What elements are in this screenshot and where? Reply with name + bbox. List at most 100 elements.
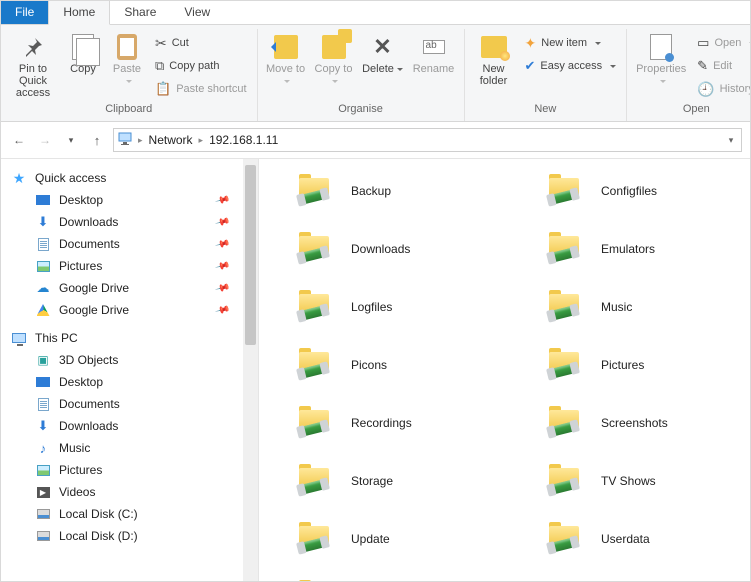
history-button[interactable]: 🕘History [693,79,751,99]
folder-name: Storage [351,474,393,488]
folder-recordings[interactable]: Recordings [297,405,547,441]
folder-name: TV Shows [601,474,656,488]
tab-file[interactable]: File [1,1,48,24]
folder-downloads[interactable]: Downloads [297,231,547,267]
cut-button[interactable]: ✂Cut [151,33,251,53]
sidebar-item-documents[interactable]: Documents📌 [1,233,258,255]
sidebar-quick-access[interactable]: ★ Quick access [1,167,258,189]
sidebar-item-label: Google Drive [59,281,129,295]
group-new-label: New [534,101,556,119]
paste-button[interactable]: Paste [107,31,147,87]
paste-shortcut-button[interactable]: 📋Paste shortcut [151,79,251,99]
folder-videos[interactable]: Videos [297,579,547,581]
sidebar-item-google-drive[interactable]: Google Drive📌 [1,299,258,321]
sidebar-item-label: Documents [59,397,120,411]
delete-label: Delete [362,63,403,75]
explorer-window: File Home Share View Pin to Quick access… [0,0,751,582]
folder-pictures[interactable]: Pictures [547,347,750,383]
edit-button[interactable]: ✎Edit [693,56,751,76]
network-folder-icon [297,464,333,498]
folder-music[interactable]: Music [547,289,750,325]
network-folder-icon [297,580,333,581]
sidebar-scrollbar-thumb[interactable] [245,165,256,345]
address-dropdown-button[interactable]: ▾ [723,135,739,146]
tab-share[interactable]: Share [110,1,170,24]
move-to-button[interactable]: Move to [264,31,308,87]
tab-home[interactable]: Home [48,0,110,25]
folder-userdata[interactable]: Userdata [547,521,750,557]
content-pane[interactable]: Backup ConfigfilesDownloadsEmulatorsLogfi… [259,159,750,581]
folder-name: Userdata [601,532,650,546]
chevron-right-icon: ▸ [136,135,145,146]
sidebar-item-downloads[interactable]: ⬇Downloads [1,415,258,437]
navigation-sidebar[interactable]: ★ Quick access Desktop📌⬇Downloads📌Docume… [1,159,259,581]
picture-icon [35,462,51,478]
delete-icon: ✕ [369,33,397,61]
network-folder-icon [547,174,583,208]
folder-backup[interactable]: Backup [297,173,547,209]
properties-button[interactable]: Properties [633,31,689,87]
crumb-host[interactable]: 192.168.1.11 [205,133,282,147]
folder-storage[interactable]: Storage [297,463,547,499]
copy-button[interactable]: Copy [63,31,103,75]
nav-row: ← → ▾ ↑ ▸ Network ▸ 192.168.1.11 ▾ [1,122,750,159]
pin-icon: 📌 [214,258,230,274]
sidebar-item-3d-objects[interactable]: ▣3D Objects [1,349,258,371]
folder-update[interactable]: Update [297,521,547,557]
sidebar-item-videos[interactable]: ▶Videos [1,481,258,503]
sidebar-item-label: Local Disk (D:) [59,529,138,543]
folder-name: Backup [351,184,391,198]
new-folder-button[interactable]: New folder [471,31,517,87]
document-icon [35,396,51,412]
network-folder-icon [547,348,583,382]
open-label: Open [714,37,741,49]
crumb-network[interactable]: Network [145,133,197,147]
group-new: New folder ✦New item ✔Easy access New [465,29,628,121]
copy-to-button[interactable]: Copy to [312,31,356,87]
sidebar-this-pc[interactable]: This PC [1,327,258,349]
open-button[interactable]: ▭Open [693,33,751,53]
folder-picons[interactable]: Picons [297,347,547,383]
sidebar-item-pictures[interactable]: Pictures📌 [1,255,258,277]
cloud-icon: ☁ [35,280,51,296]
tab-view[interactable]: View [170,1,224,24]
nav-recent-button[interactable]: ▾ [61,130,81,150]
sidebar-item-local-disk-d-[interactable]: Local Disk (D:) [1,525,258,547]
group-clipboard: Pin to Quick access Copy Paste ✂Cut ⧉Cop… [1,29,258,121]
folder-logfiles[interactable]: Logfiles [297,289,547,325]
easy-access-button[interactable]: ✔Easy access [521,56,621,76]
folder-name: Screenshots [601,416,668,430]
folder-emulators[interactable]: Emulators [547,231,750,267]
sidebar-this-pc-label: This PC [35,331,78,345]
sidebar-scrollbar[interactable] [243,159,258,581]
address-bar[interactable]: ▸ Network ▸ 192.168.1.11 ▾ [113,128,742,152]
pin-icon: 📌 [214,192,230,208]
nav-forward-button[interactable]: → [35,130,55,150]
pin-to-quick-access-button[interactable]: Pin to Quick access [7,31,59,99]
sidebar-item-label: Music [59,441,90,455]
copy-path-button[interactable]: ⧉Copy path [151,56,251,76]
sidebar-item-desktop[interactable]: Desktop [1,371,258,393]
folder-tv-shows[interactable]: TV Shows [547,463,750,499]
nav-up-button[interactable]: ↑ [87,130,107,150]
sidebar-item-pictures[interactable]: Pictures [1,459,258,481]
sidebar-item-documents[interactable]: Documents [1,393,258,415]
sidebar-item-local-disk-c-[interactable]: Local Disk (C:) [1,503,258,525]
nav-back-button[interactable]: ← [9,130,29,150]
sidebar-item-google-drive[interactable]: ☁Google Drive📌 [1,277,258,299]
sidebar-item-downloads[interactable]: ⬇Downloads📌 [1,211,258,233]
folder-screenshots[interactable]: Screenshots [547,405,750,441]
properties-icon [647,33,675,61]
sidebar-item-music[interactable]: ♪Music [1,437,258,459]
cut-label: Cut [172,37,189,49]
history-label: History [720,83,751,95]
folder-name: Picons [351,358,387,372]
folder-name: Pictures [601,358,644,372]
rename-button[interactable]: Rename [410,31,458,75]
folder-configfiles[interactable]: Configfiles [547,173,750,209]
sidebar-item-desktop[interactable]: Desktop📌 [1,189,258,211]
rename-icon [420,33,448,61]
delete-button[interactable]: ✕ Delete [360,31,406,75]
group-open-label: Open [683,101,710,119]
new-item-button[interactable]: ✦New item [521,33,621,53]
